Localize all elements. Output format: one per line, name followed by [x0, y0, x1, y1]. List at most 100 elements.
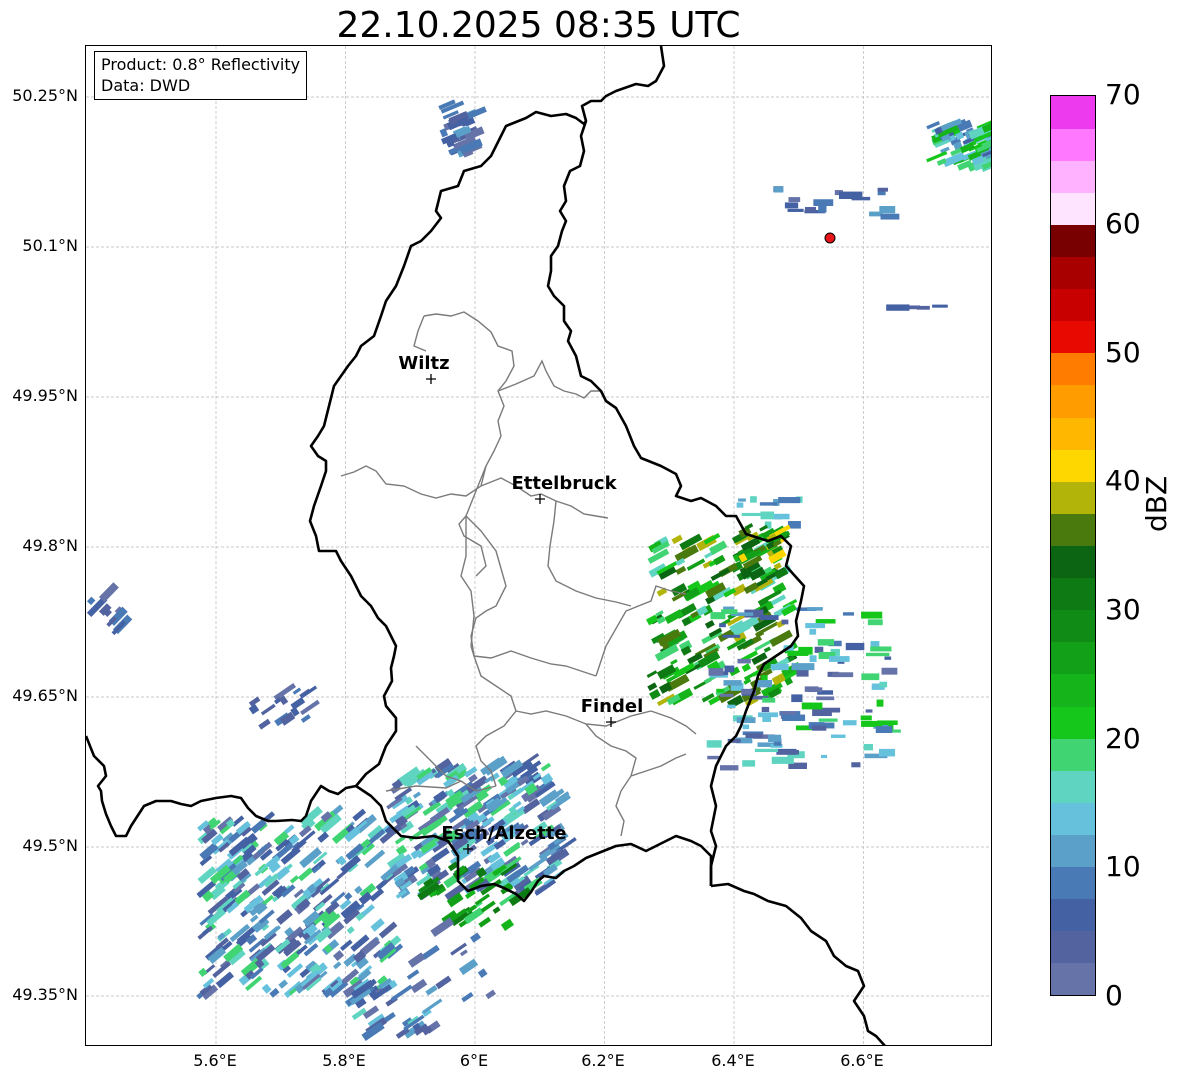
radar-echo-cell — [332, 950, 345, 962]
radar-echo-cell — [412, 791, 421, 799]
colorbar-segment — [1051, 192, 1095, 225]
radar-echo-cell — [878, 748, 896, 757]
radar-map: Wiltz Ettelbruck Findel Esch/Alzette — [85, 45, 992, 1046]
y-tick-label: 50.25°N — [12, 86, 78, 105]
colorbar-segment — [1051, 898, 1095, 932]
city-label-wiltz: Wiltz — [398, 353, 449, 374]
radar-echo-cell — [671, 534, 683, 545]
radar-echo-cell — [812, 725, 827, 731]
radar-echo-cell — [916, 305, 930, 310]
x-tick-label: 6.4°E — [711, 1051, 755, 1070]
radar-echo-cell — [649, 689, 661, 700]
colorbar-segment — [1051, 962, 1095, 995]
radar-echo-cell — [719, 693, 734, 697]
radar-echo-cell — [763, 646, 771, 653]
city-label-findel: Findel — [581, 696, 644, 717]
radar-echo-cell — [286, 963, 304, 979]
radar-echo-cell — [435, 975, 452, 990]
colorbar-segment — [1051, 320, 1095, 354]
radar-echo-cell — [719, 623, 726, 628]
radar-echo-cell — [292, 687, 302, 695]
radar-echo-cell — [774, 186, 784, 193]
radar-echo-cell — [759, 524, 768, 532]
radar-echo-cell — [370, 918, 385, 932]
radar-echo-cell — [762, 697, 776, 703]
radar-echo-cell — [818, 718, 838, 722]
colorbar-segment — [1051, 673, 1095, 707]
radar-echo-cell — [289, 875, 300, 884]
colorbar-segment — [1051, 577, 1095, 611]
radar-echo-cell — [809, 655, 817, 663]
radar-echo-cell — [742, 724, 750, 730]
radar-echo-cell — [787, 650, 809, 656]
radar-echo-cell — [843, 612, 855, 616]
x-tick-label: 5.6°E — [193, 1051, 237, 1070]
data-source-label: Data: DWD — [101, 76, 191, 95]
radar-echo-cell — [818, 204, 827, 213]
radar-echo-cell — [333, 961, 342, 970]
colorbar-segment — [1051, 706, 1095, 739]
radar-echo-cell — [760, 511, 775, 520]
radar-echo-cell — [809, 628, 817, 635]
colorbar-tick-label: 50 — [1105, 336, 1141, 369]
radar-echo-cell — [870, 646, 892, 652]
colorbar-segment — [1051, 384, 1095, 418]
colorbar-unit-label: dBZ — [1140, 475, 1173, 532]
radar-echo-cell — [736, 502, 744, 508]
radar-echo-cell — [721, 609, 738, 615]
radar-echo-cell — [422, 998, 443, 1014]
radar-echo-cell — [759, 502, 778, 506]
radar-echo-cell — [727, 704, 736, 709]
radar-echo-cell — [745, 733, 763, 738]
colorbar-segment — [1051, 834, 1095, 868]
radar-echo-cell — [425, 985, 438, 996]
colorbar — [1050, 95, 1096, 996]
colorbar-segment — [1051, 481, 1095, 514]
radar-echo-cell — [99, 582, 119, 603]
radar-echo-cell — [991, 131, 992, 146]
radar-echo-cell — [430, 917, 455, 938]
radar-echo-cell — [861, 611, 883, 619]
radar-echo-cell — [777, 749, 799, 755]
radar-echo-cell — [861, 673, 880, 681]
radar-echo-cell — [761, 706, 770, 713]
radar-echo-cell — [932, 304, 948, 308]
radar-echo-cell — [298, 867, 314, 882]
radar-echo-cell — [860, 715, 872, 721]
radar-echo-cell — [708, 668, 724, 676]
y-tick-label: 49.65°N — [12, 686, 78, 705]
colorbar-segment — [1051, 128, 1095, 161]
city-label-ettelbruck: Ettelbruck — [511, 473, 617, 494]
radar-echo-cell — [300, 685, 318, 699]
radar-echo-cell — [768, 734, 782, 742]
radar-echo-cell — [260, 703, 276, 716]
radar-echo-cell — [470, 932, 481, 943]
radar-echo-cell — [512, 800, 522, 809]
radar-echo-cell — [704, 619, 715, 629]
product-label: Product: 0.8° Reflectivity — [101, 55, 301, 74]
radar-echo-cell — [884, 656, 892, 660]
radar-echo-cell — [787, 208, 804, 212]
radar-echo-cell — [876, 699, 884, 707]
radar-echo-cell — [278, 979, 289, 989]
radar-echo-cell — [788, 197, 801, 203]
radar-echo-cell — [461, 992, 474, 1003]
radar-echo-cell — [406, 969, 420, 980]
radar-echo-cell — [805, 623, 826, 629]
radar-echo-cell — [807, 607, 823, 611]
radar-echo-cell — [784, 202, 799, 209]
x-tick-label: 6.6°E — [840, 1051, 884, 1070]
radar-echo-cell — [804, 207, 817, 213]
radar-echo-cell — [742, 760, 756, 767]
radar-echo-cell — [719, 765, 739, 771]
radar-echo-cell — [820, 754, 828, 759]
colorbar-segment — [1051, 160, 1095, 193]
radar-echo-cell — [865, 709, 873, 713]
radar-echo-cell — [664, 609, 684, 625]
radar-echo-cell — [540, 762, 552, 772]
radar-echo-cell — [346, 926, 355, 935]
radar-echo-cell — [737, 658, 751, 664]
radar-echo-cell — [670, 658, 678, 666]
radar-echo-cell — [317, 831, 330, 843]
radar-echo-cell — [478, 916, 492, 928]
